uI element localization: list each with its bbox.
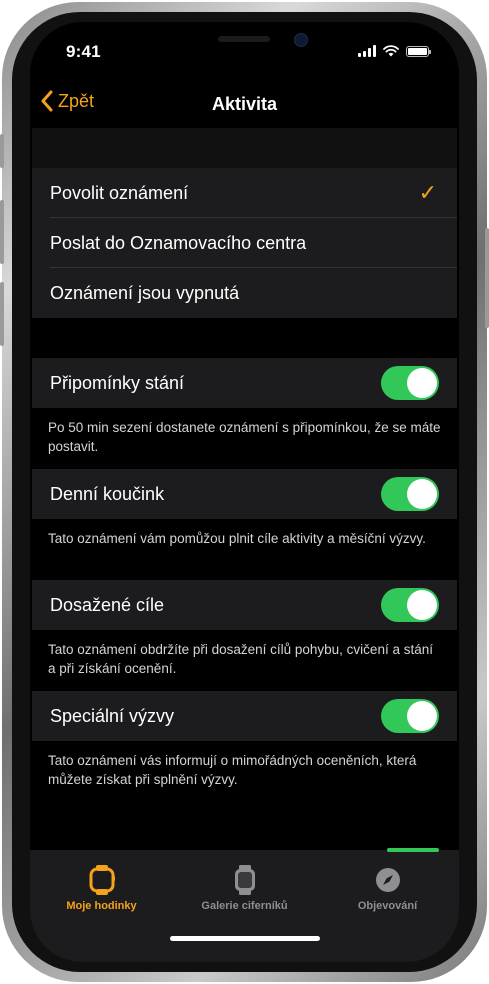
status-time: 9:41 xyxy=(66,42,101,61)
status-icons xyxy=(358,45,431,57)
setting-label: Dosažené cíle xyxy=(50,594,165,615)
compass-icon xyxy=(375,868,400,892)
goal-completions-toggle[interactable] xyxy=(381,588,439,622)
tab-label: Objevování xyxy=(357,900,418,912)
setting-stand-reminders: Připomínky stání xyxy=(32,358,457,408)
mute-switch xyxy=(0,134,4,168)
stand-reminders-row: Připomínky stání xyxy=(32,358,457,408)
tab-discover[interactable]: Objevování xyxy=(316,864,459,912)
home-indicator[interactable] xyxy=(170,936,320,941)
daily-coaching-toggle[interactable] xyxy=(381,477,439,511)
battery-icon xyxy=(406,45,431,57)
navigation-bar: Zpět Aktivita xyxy=(30,88,459,128)
tab-face-gallery[interactable]: Galerie ciferníků xyxy=(173,864,316,912)
side-button xyxy=(485,228,489,328)
checkmark-icon: ✓ xyxy=(418,180,437,205)
setting-description: Tato oznámení obdržíte při dosažení cílů… xyxy=(30,630,459,691)
watch-icon xyxy=(89,865,115,895)
setting-label: Speciální výzvy xyxy=(50,705,175,726)
daily-coaching-row: Denní koučink xyxy=(32,469,457,519)
goal-completions-row: Dosažené cíle xyxy=(32,580,457,630)
special-challenges-toggle[interactable] xyxy=(381,699,439,733)
special-challenges-row: Speciální výzvy xyxy=(32,691,457,741)
option-label: Poslat do Oznamovacího centra xyxy=(50,232,307,253)
setting-label: Připomínky stání xyxy=(50,372,185,393)
tab-label: Moje hodinky xyxy=(66,900,137,912)
setting-special-challenges: Speciální výzvy xyxy=(32,691,457,741)
screen: 9:41 Zpět Aktivita Povolit oznámení ✓ Po… xyxy=(30,22,459,962)
notification-options: Povolit oznámení ✓ Poslat do Oznamovacíh… xyxy=(32,168,457,318)
speaker-grille xyxy=(218,36,270,42)
setting-daily-coaching: Denní koučink xyxy=(32,469,457,519)
stand-reminders-toggle[interactable] xyxy=(381,366,439,400)
option-label: Oznámení jsou vypnutá xyxy=(50,282,240,303)
option-send-to-notification-center[interactable]: Poslat do Oznamovacího centra xyxy=(32,218,457,268)
notch xyxy=(134,22,355,56)
setting-label: Denní koučink xyxy=(50,483,165,504)
volume-down-button xyxy=(0,282,4,346)
option-allow-notifications[interactable]: Povolit oznámení ✓ xyxy=(32,168,457,218)
volume-up-button xyxy=(0,200,4,264)
option-notifications-off[interactable]: Oznámení jsou vypnutá xyxy=(32,268,457,318)
wifi-icon xyxy=(383,45,399,57)
tab-my-watch[interactable]: Moje hodinky xyxy=(30,864,173,912)
cellular-signal-icon xyxy=(358,45,376,57)
setting-description: Tato oznámení vám pomůžou plnit cíle akt… xyxy=(30,519,459,580)
scrolled-toggle-edge xyxy=(387,848,439,852)
section-gap xyxy=(30,802,459,832)
front-camera xyxy=(294,33,308,47)
tab-bar: Moje hodinky Galerie ciferníků Objevován… xyxy=(30,848,459,962)
section-gap xyxy=(30,318,459,358)
page-title: Aktivita xyxy=(211,94,278,114)
tab-label: Galerie ciferníků xyxy=(201,900,288,912)
top-spacer xyxy=(32,128,457,168)
setting-description: Tato oznámení vás informují o mimořádnýc… xyxy=(30,741,459,802)
setting-description: Po 50 min sezení dostanete oznámení s př… xyxy=(30,408,459,469)
setting-goal-completions: Dosažené cíle xyxy=(32,580,457,630)
watch-face-icon xyxy=(234,865,255,895)
settings-list: Povolit oznámení ✓ Poslat do Oznamovacíh… xyxy=(30,128,459,858)
option-label: Povolit oznámení xyxy=(50,182,189,203)
